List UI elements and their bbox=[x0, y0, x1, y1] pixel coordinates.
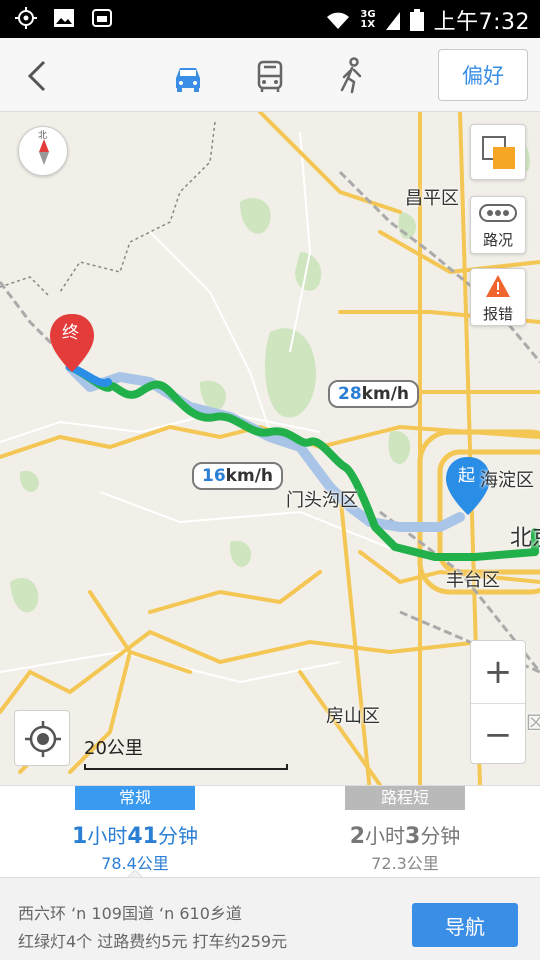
bus-icon[interactable] bbox=[250, 56, 290, 96]
speed-unit: km/h bbox=[361, 384, 410, 404]
locate-button[interactable] bbox=[14, 710, 70, 766]
route-duration: 2小时3分钟 bbox=[270, 820, 540, 849]
layers-button[interactable] bbox=[470, 124, 526, 180]
speed-value: 28 bbox=[338, 384, 362, 404]
walk-icon[interactable] bbox=[332, 56, 372, 96]
route-options: 常规 1小时41分钟 78.4公里 路程短 2小时3分钟 72.3公里 bbox=[0, 785, 540, 882]
scale-line bbox=[84, 764, 288, 770]
scale-label: 20公里 bbox=[84, 738, 143, 759]
route-hours-unit: 小时 bbox=[365, 824, 405, 848]
speed-bubble-16: 16km/h bbox=[192, 462, 284, 490]
scale-bar: 20公里 bbox=[84, 734, 294, 770]
label-changping: 昌平区 bbox=[405, 188, 459, 209]
battery-icon bbox=[409, 9, 424, 31]
speed-bubble-28: 28km/h bbox=[328, 380, 420, 408]
route-hours: 1 bbox=[72, 824, 88, 849]
traffic-button[interactable]: 路况 bbox=[470, 196, 526, 254]
route-option-2[interactable]: 路程短 2小时3分钟 72.3公里 bbox=[270, 786, 540, 878]
speed-unit: km/h bbox=[225, 466, 274, 486]
label-haidian: 海淀区 bbox=[480, 470, 534, 491]
label-mentougou: 门头沟区 bbox=[286, 490, 358, 511]
route-hours: 2 bbox=[349, 824, 365, 849]
route-summary-info: 红绿灯4个 过路费约5元 打车约259元 bbox=[18, 932, 288, 951]
zoom-in-button[interactable]: + bbox=[471, 641, 525, 703]
route-tag: 路程短 bbox=[345, 786, 465, 810]
back-arrow-icon[interactable] bbox=[18, 56, 58, 96]
traffic-icon bbox=[479, 204, 517, 222]
locate-icon bbox=[25, 721, 61, 757]
route-tag: 常规 bbox=[75, 786, 195, 810]
route-minutes: 3 bbox=[405, 824, 421, 849]
label-fangshan: 房山区 bbox=[326, 706, 380, 727]
android-icon bbox=[92, 9, 112, 27]
report-label: 报错 bbox=[482, 305, 513, 323]
route-duration: 1小时41分钟 bbox=[0, 820, 270, 849]
start-marker-label: 起 bbox=[458, 466, 475, 486]
speed-value: 16 bbox=[202, 466, 226, 486]
map-canvas bbox=[0, 112, 540, 785]
route-minutes-unit: 分钟 bbox=[157, 824, 198, 848]
route-via-roads: 西六环 ‘n 109国道 ‘n 610乡道 bbox=[18, 904, 242, 923]
route-detail-bar[interactable]: 西六环 ‘n 109国道 ‘n 610乡道 红绿灯4个 过路费约5元 打车约25… bbox=[0, 877, 540, 960]
traffic-label: 路况 bbox=[482, 231, 513, 249]
end-marker-label: 终 bbox=[62, 323, 79, 343]
route-hours-unit: 小时 bbox=[87, 824, 128, 848]
gps-icon bbox=[15, 7, 37, 29]
top-bar: 偏好 bbox=[0, 38, 540, 112]
label-beijing: 北京 bbox=[510, 526, 540, 551]
compass-button[interactable]: 北 bbox=[18, 126, 68, 176]
report-button[interactable]: 报错 bbox=[470, 268, 526, 326]
preference-button[interactable]: 偏好 bbox=[438, 49, 528, 101]
wifi-icon bbox=[327, 12, 350, 29]
car-icon[interactable] bbox=[168, 56, 208, 96]
zoom-out-button[interactable]: − bbox=[471, 703, 525, 765]
layers-icon bbox=[482, 136, 515, 169]
status-bar: 3G 1X 上午7:32 bbox=[0, 0, 540, 38]
navigate-button[interactable]: 导航 bbox=[412, 903, 518, 947]
zoom-control: + − bbox=[470, 640, 526, 764]
map-view[interactable]: 起 终 昌平区 海淀区 北京 门头沟区 丰台区 房山区 大兴区 28km/h 1… bbox=[0, 112, 540, 785]
compass-icon bbox=[39, 139, 49, 165]
signal-icon bbox=[385, 12, 400, 30]
clock: 上午7:32 bbox=[433, 10, 530, 35]
network-1x: 1X bbox=[360, 19, 376, 30]
route-option-1[interactable]: 常规 1小时41分钟 78.4公里 bbox=[0, 786, 270, 878]
network-indicator: 3G 1X bbox=[360, 10, 375, 30]
label-fengtai: 丰台区 bbox=[446, 570, 500, 591]
route-minutes-unit: 分钟 bbox=[420, 824, 461, 848]
route-minutes: 41 bbox=[127, 824, 158, 849]
warning-icon bbox=[486, 275, 510, 297]
route-distance: 72.3公里 bbox=[371, 854, 439, 873]
image-icon bbox=[54, 9, 74, 27]
